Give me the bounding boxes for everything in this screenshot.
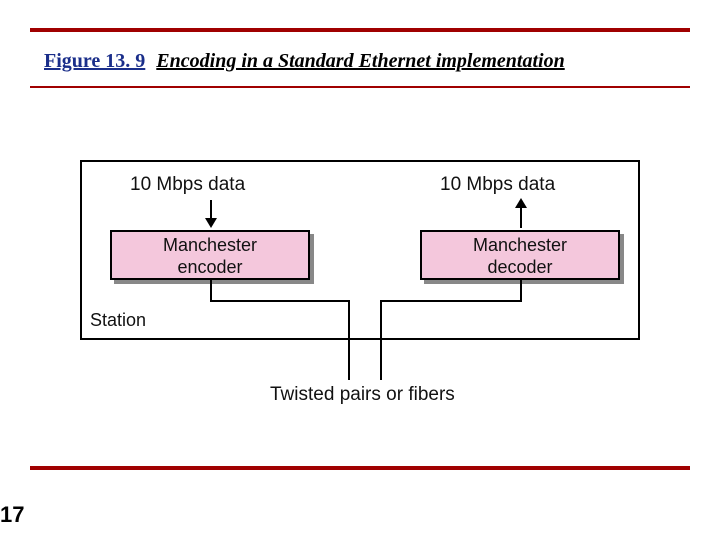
arrow-into-encoder-line	[210, 200, 212, 218]
encoder-label-2: encoder	[177, 257, 242, 277]
arrow-out-decoder-line	[520, 208, 522, 228]
encoder-horiz-line	[210, 300, 350, 302]
rule-top-thin	[30, 86, 690, 88]
data-in-label: 10 Mbps data	[130, 174, 245, 196]
encoder-down-line	[210, 280, 212, 300]
station-label: Station	[90, 310, 146, 331]
figure-title-row: Figure 13. 9 Encoding in a Standard Ethe…	[44, 50, 684, 73]
manchester-decoder-box: Manchester decoder	[420, 230, 620, 280]
rule-bottom	[30, 466, 690, 470]
decoder-label-1: Manchester	[473, 235, 567, 255]
data-out-label: 10 Mbps data	[440, 174, 555, 196]
decoder-horiz-line	[380, 300, 522, 302]
slide: Figure 13. 9 Encoding in a Standard Ethe…	[0, 0, 720, 540]
decoder-label-2: decoder	[487, 257, 552, 277]
right-drop-line	[380, 300, 382, 380]
left-drop-line	[348, 300, 350, 380]
page-number: 17	[0, 502, 24, 528]
manchester-encoder-box: Manchester encoder	[110, 230, 310, 280]
arrow-into-encoder-head	[205, 218, 217, 228]
ethernet-encoding-diagram: 10 Mbps data Manchester encoder 10 Mbps …	[80, 160, 640, 420]
encoder-label-1: Manchester	[163, 235, 257, 255]
decoder-down-line	[520, 280, 522, 300]
figure-caption: Encoding in a Standard Ethernet implemen…	[156, 50, 564, 72]
medium-label: Twisted pairs or fibers	[270, 384, 455, 406]
figure-number: Figure 13. 9	[44, 50, 145, 72]
arrow-out-decoder-head	[515, 198, 527, 208]
rule-top-thick	[30, 28, 690, 32]
